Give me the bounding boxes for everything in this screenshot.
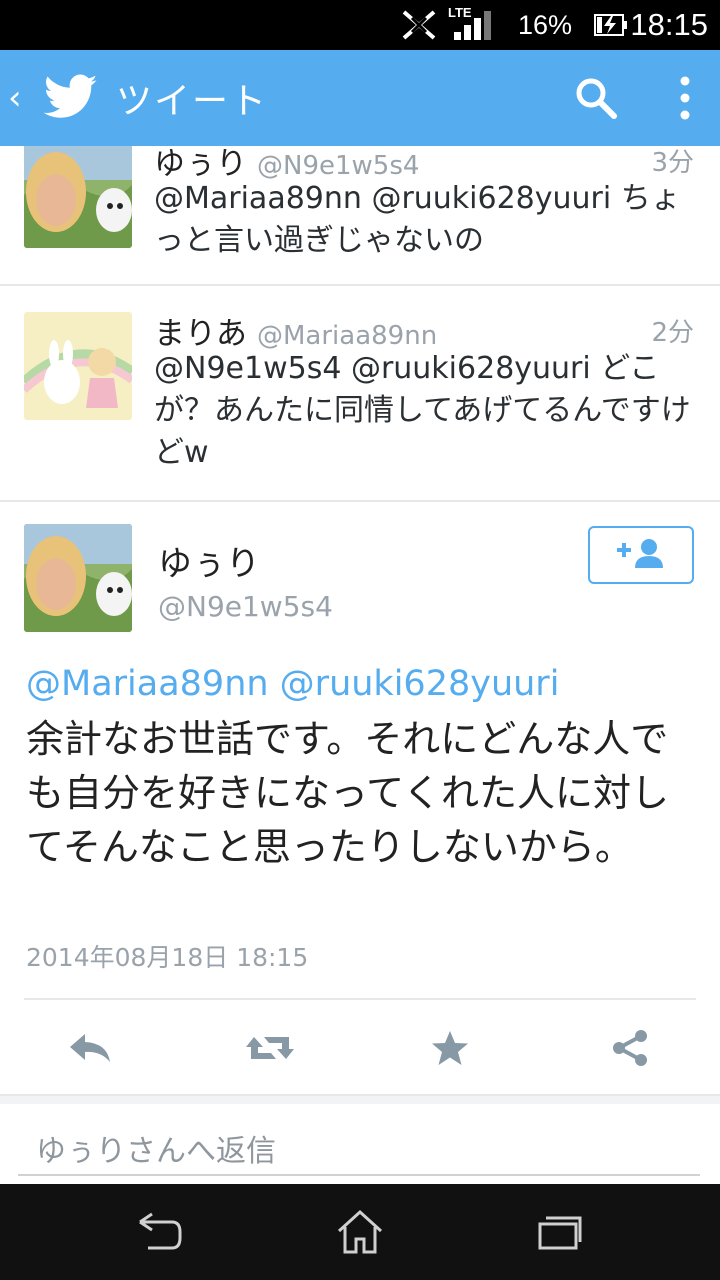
share-icon[interactable]: [600, 1020, 660, 1076]
recent-apps-nav-icon[interactable]: [530, 1202, 590, 1262]
reply-placeholder: ゆぅりさんへ返信: [36, 1134, 276, 1169]
avatar[interactable]: [24, 312, 132, 420]
home-nav-icon[interactable]: [330, 1202, 390, 1262]
page-title: ツイート: [116, 81, 269, 122]
add-user-icon: [613, 536, 669, 574]
detail-date: 2014年08月18日 18:15: [26, 943, 309, 972]
divider: [24, 998, 696, 1000]
clock: 18:15: [630, 7, 708, 42]
tweet-author-name: ゆぅり: [154, 146, 247, 182]
divider: [0, 1094, 720, 1104]
detail-author-name: ゆぅり: [158, 544, 260, 584]
reply-input[interactable]: ゆぅりさんへ返信: [18, 1112, 700, 1176]
back-button[interactable]: ‹: [8, 50, 22, 146]
detail-text: 余計なお世話です。それにどんな人でも自分を好きになってくれた人に対してそんなこと…: [26, 717, 669, 869]
tweet-actions: [0, 1020, 720, 1076]
follow-button[interactable]: [588, 526, 694, 584]
battery-icon: [594, 0, 628, 50]
tweet-text: @N9e1w5s4 @ruuki628yuuri どこが？あんたに同情してあげて…: [154, 351, 691, 470]
favorite-star-icon[interactable]: [420, 1020, 480, 1076]
tweet-author-handle: @Mariaa89nn: [257, 321, 438, 351]
detail-author-handle: @N9e1w5s4: [158, 590, 333, 623]
tweet-item[interactable]: まりあ @Mariaa89nn 2分 @N9e1w5s4 @ruuki628yuu…: [0, 286, 720, 502]
tweet-author-handle: @N9e1w5s4: [257, 151, 420, 181]
tweet-author: まりあ @Mariaa89nn: [154, 308, 437, 353]
search-icon[interactable]: [574, 76, 618, 124]
avatar[interactable]: [24, 524, 132, 632]
reply-icon[interactable]: [60, 1020, 120, 1076]
tweet-text: @Mariaa89nn @ruuki628yuuri ちょっと言い過ぎじゃないの: [154, 181, 681, 258]
twitter-bird-icon[interactable]: [43, 74, 98, 124]
navigation-bar: [0, 1184, 720, 1280]
battery-percent: 16%: [517, 9, 572, 40]
back-nav-icon[interactable]: [130, 1202, 190, 1262]
more-vert-icon[interactable]: [670, 72, 700, 128]
avatar[interactable]: [24, 146, 132, 248]
nfc-icon: [400, 0, 438, 50]
tweet-item[interactable]: ゆぅり @N9e1w5s4 3分 @Mariaa89nn @ruuki628yuu…: [0, 146, 720, 286]
retweet-icon[interactable]: [240, 1020, 300, 1076]
tweet-time: 2分: [651, 318, 694, 348]
detail-mentions[interactable]: @Mariaa89nn @ruuki628yuuri: [26, 664, 559, 704]
status-bar: LTE 16% 18:15: [0, 0, 720, 50]
tweet-time: 3分: [651, 148, 694, 178]
tweet-author-name: まりあ: [154, 316, 247, 352]
action-bar: ‹ ツイート: [0, 50, 720, 146]
signal-icon: LTE: [448, 0, 508, 50]
